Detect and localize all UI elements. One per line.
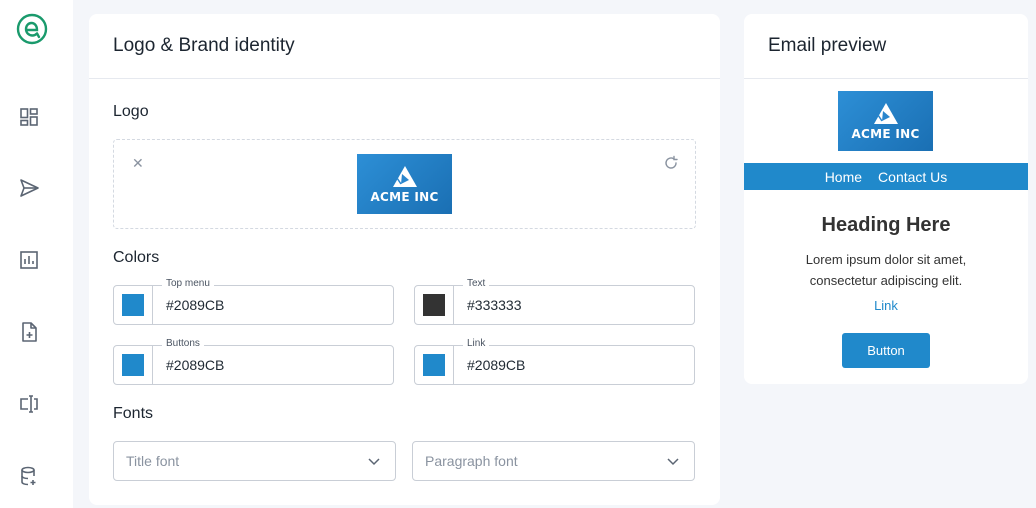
- preview-logo-image: ACME INC: [838, 91, 933, 151]
- link-color-field[interactable]: Link #2089CB: [414, 338, 695, 385]
- color-swatch-button[interactable]: [415, 346, 454, 384]
- field-label: Text: [463, 278, 490, 289]
- preview-heading: Heading Here: [821, 214, 951, 236]
- preview-nav-contact[interactable]: Contact Us: [878, 169, 947, 185]
- preview-nav-home[interactable]: Home: [825, 169, 862, 185]
- email-preview-card: Email preview ACME INC Home Contact Us H…: [744, 14, 1028, 384]
- field-label: Top menu: [162, 278, 214, 289]
- logo-dropzone[interactable]: ✕ ACME INC: [113, 139, 696, 229]
- form-field-icon[interactable]: [16, 391, 42, 417]
- preview-link[interactable]: Link: [744, 298, 1028, 313]
- chevron-down-icon: [368, 458, 380, 466]
- color-value: #2089CB: [467, 357, 526, 373]
- report-chart-icon[interactable]: [16, 247, 42, 273]
- preview-title: Email preview: [744, 14, 1028, 79]
- top-menu-color-field[interactable]: Top menu #2089CB: [113, 278, 394, 325]
- color-swatch-button[interactable]: [114, 286, 153, 324]
- acme-logo-mark-icon: [873, 102, 898, 124]
- chevron-down-icon: [667, 458, 679, 466]
- color-swatch: [122, 294, 144, 316]
- dashboard-icon[interactable]: [16, 104, 42, 130]
- color-swatch: [423, 354, 445, 376]
- logo-text: ACME INC: [370, 189, 439, 204]
- color-value: #333333: [467, 297, 522, 313]
- field-label: Buttons: [162, 338, 204, 349]
- preview-logo-text: ACME INC: [851, 126, 920, 141]
- app-logo-icon[interactable]: [16, 13, 48, 45]
- preview-top-menu: Home Contact Us: [744, 163, 1028, 190]
- logo-section-label: Logo: [113, 103, 149, 120]
- color-value: #2089CB: [166, 297, 225, 313]
- fonts-section-label: Fonts: [113, 405, 154, 422]
- acme-logo-mark-icon: [392, 165, 417, 187]
- buttons-color-field[interactable]: Buttons #2089CB: [113, 338, 394, 385]
- new-file-icon[interactable]: [16, 319, 42, 345]
- select-placeholder: Title font: [126, 453, 180, 469]
- send-icon[interactable]: [16, 175, 42, 201]
- preview-button[interactable]: Button: [842, 333, 930, 368]
- text-color-field[interactable]: Text #333333: [414, 278, 695, 325]
- database-icon[interactable]: [16, 463, 42, 489]
- card-title: Logo & Brand identity: [89, 14, 720, 79]
- brand-identity-card: Logo & Brand identity Logo ✕ ACME INC Co…: [89, 14, 720, 505]
- colors-section-label: Colors: [113, 249, 160, 266]
- select-placeholder: Paragraph font: [425, 453, 518, 469]
- color-swatch-button[interactable]: [415, 286, 454, 324]
- remove-logo-close-icon[interactable]: ✕: [132, 155, 144, 172]
- color-swatch: [122, 354, 144, 376]
- paragraph-font-select[interactable]: Paragraph font: [412, 441, 695, 481]
- preview-paragraph: Lorem ipsum dolor sit amet, consectetur …: [805, 252, 967, 288]
- color-value: #2089CB: [166, 357, 225, 373]
- color-swatch: [423, 294, 445, 316]
- field-label: Link: [463, 338, 490, 349]
- logo-image: ACME INC: [357, 154, 452, 214]
- sidebar: [0, 0, 73, 508]
- refresh-icon[interactable]: [663, 155, 679, 171]
- color-swatch-button[interactable]: [114, 346, 153, 384]
- title-font-select[interactable]: Title font: [113, 441, 396, 481]
